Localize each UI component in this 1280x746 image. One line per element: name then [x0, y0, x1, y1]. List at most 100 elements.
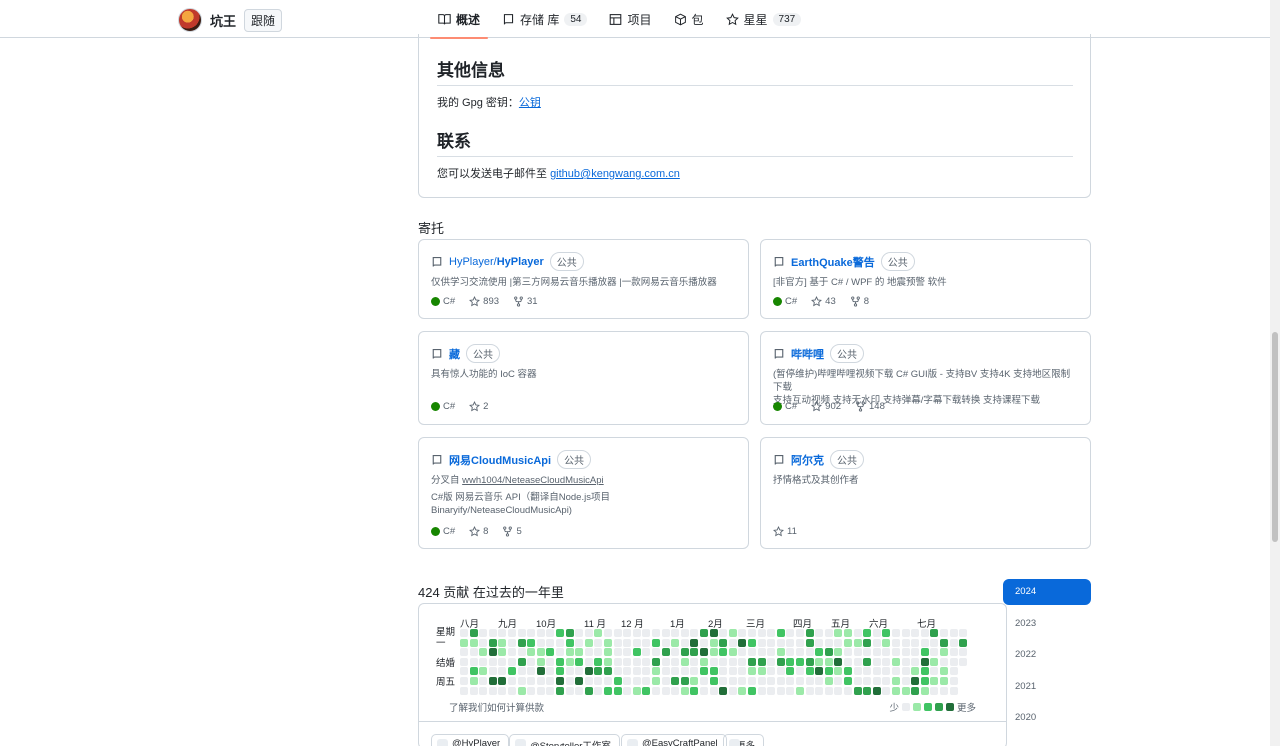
- contribution-day[interactable]: [786, 629, 795, 637]
- contribution-day[interactable]: [652, 629, 660, 637]
- contribution-day[interactable]: [959, 638, 968, 647]
- contribution-day[interactable]: [700, 638, 708, 647]
- forks-link[interactable]: 31: [513, 296, 538, 307]
- org-filter-more[interactable]: 更多: [723, 734, 765, 746]
- contribution-day[interactable]: [796, 677, 804, 685]
- contribution-day[interactable]: [604, 657, 612, 666]
- contribution-day[interactable]: [748, 677, 756, 685]
- contribution-day[interactable]: [776, 657, 785, 666]
- contribution-day[interactable]: [728, 657, 737, 666]
- contribution-day[interactable]: [757, 629, 766, 637]
- contribution-day[interactable]: [460, 638, 468, 647]
- contribution-day[interactable]: [728, 667, 737, 676]
- contribution-day[interactable]: [661, 638, 670, 647]
- contribution-day[interactable]: [556, 638, 564, 647]
- contribution-day[interactable]: [584, 648, 593, 657]
- contribution-day[interactable]: [709, 629, 718, 637]
- contribution-day[interactable]: [527, 667, 536, 676]
- contribution-day[interactable]: [872, 638, 881, 647]
- repo-name-link[interactable]: 阿尔克: [791, 452, 824, 468]
- contribution-day[interactable]: [757, 677, 766, 685]
- contribution-day[interactable]: [565, 667, 574, 676]
- tab-projects[interactable]: 项目: [601, 0, 659, 38]
- contribution-day[interactable]: [671, 657, 680, 666]
- contribution-day[interactable]: [584, 677, 593, 685]
- contribution-day[interactable]: [642, 677, 651, 685]
- contribution-day[interactable]: [488, 629, 497, 637]
- repo-name-link[interactable]: 网易CloudMusicApi: [449, 452, 551, 468]
- contribution-day[interactable]: [642, 629, 651, 637]
- contribution-day[interactable]: [479, 657, 488, 666]
- contribution-day[interactable]: [527, 638, 536, 647]
- contribution-day[interactable]: [680, 638, 689, 647]
- contribution-day[interactable]: [834, 686, 843, 695]
- contribution-day[interactable]: [892, 648, 900, 657]
- contribution-day[interactable]: [863, 686, 872, 695]
- contribution-day[interactable]: [709, 667, 718, 676]
- follow-button[interactable]: 跟随: [244, 8, 283, 32]
- contribution-day[interactable]: [748, 629, 756, 637]
- contribution-day[interactable]: [460, 667, 468, 676]
- contribution-day[interactable]: [517, 686, 526, 695]
- contribution-day[interactable]: [690, 648, 699, 657]
- contribution-day[interactable]: [575, 638, 584, 647]
- contribution-day[interactable]: [613, 648, 622, 657]
- contribution-day[interactable]: [786, 677, 795, 685]
- contribution-day[interactable]: [930, 686, 939, 695]
- contribution-day[interactable]: [488, 657, 497, 666]
- contribution-day[interactable]: [719, 686, 728, 695]
- contribution-day[interactable]: [690, 629, 699, 637]
- year-2024[interactable]: 2024: [1003, 579, 1091, 605]
- contribution-day[interactable]: [872, 629, 881, 637]
- contribution-day[interactable]: [536, 667, 545, 676]
- org-filter-easycraftpanel[interactable]: @EasyCraftPanel: [621, 734, 727, 746]
- contribution-day[interactable]: [623, 686, 632, 695]
- contribution-day[interactable]: [872, 667, 881, 676]
- contribution-day[interactable]: [892, 629, 900, 637]
- contribution-day[interactable]: [517, 629, 526, 637]
- contribution-day[interactable]: [690, 677, 699, 685]
- contribution-day[interactable]: [767, 648, 776, 657]
- tab-packages[interactable]: 包: [666, 0, 712, 38]
- stargazers-link[interactable]: 902: [811, 401, 841, 412]
- contribution-day[interactable]: [661, 648, 670, 657]
- contribution-day[interactable]: [892, 638, 900, 647]
- contribution-day[interactable]: [767, 677, 776, 685]
- contribution-day[interactable]: [949, 686, 958, 695]
- contribution-day[interactable]: [469, 657, 478, 666]
- contribution-day[interactable]: [959, 629, 968, 637]
- contribution-day[interactable]: [460, 686, 468, 695]
- contribution-day[interactable]: [930, 667, 939, 676]
- contribution-day[interactable]: [930, 638, 939, 647]
- contribution-day[interactable]: [536, 648, 545, 657]
- contribution-day[interactable]: [824, 677, 833, 685]
- contribution-day[interactable]: [786, 686, 795, 695]
- contribution-day[interactable]: [498, 657, 507, 666]
- contribution-day[interactable]: [546, 686, 555, 695]
- contribution-day[interactable]: [604, 638, 612, 647]
- contribution-day[interactable]: [949, 667, 958, 676]
- contribution-day[interactable]: [892, 686, 900, 695]
- contribution-day[interactable]: [575, 686, 584, 695]
- contribution-day[interactable]: [556, 667, 564, 676]
- contribution-day[interactable]: [671, 667, 680, 676]
- scrollbar-thumb[interactable]: [1272, 332, 1278, 542]
- contribution-day[interactable]: [479, 648, 488, 657]
- contribution-day[interactable]: [536, 657, 545, 666]
- contribution-day[interactable]: [815, 657, 824, 666]
- contribution-day[interactable]: [940, 629, 948, 637]
- contribution-day[interactable]: [565, 648, 574, 657]
- contribution-day[interactable]: [719, 629, 728, 637]
- contribution-day[interactable]: [738, 648, 747, 657]
- contribution-day[interactable]: [469, 629, 478, 637]
- contribution-day[interactable]: [767, 629, 776, 637]
- contribution-day[interactable]: [738, 657, 747, 666]
- contribution-day[interactable]: [642, 648, 651, 657]
- contribution-day[interactable]: [853, 638, 862, 647]
- contribution-day[interactable]: [776, 648, 785, 657]
- contribution-day[interactable]: [920, 667, 929, 676]
- contribution-day[interactable]: [786, 648, 795, 657]
- contribution-day[interactable]: [527, 648, 536, 657]
- contribution-day[interactable]: [642, 638, 651, 647]
- contribution-day[interactable]: [786, 657, 795, 666]
